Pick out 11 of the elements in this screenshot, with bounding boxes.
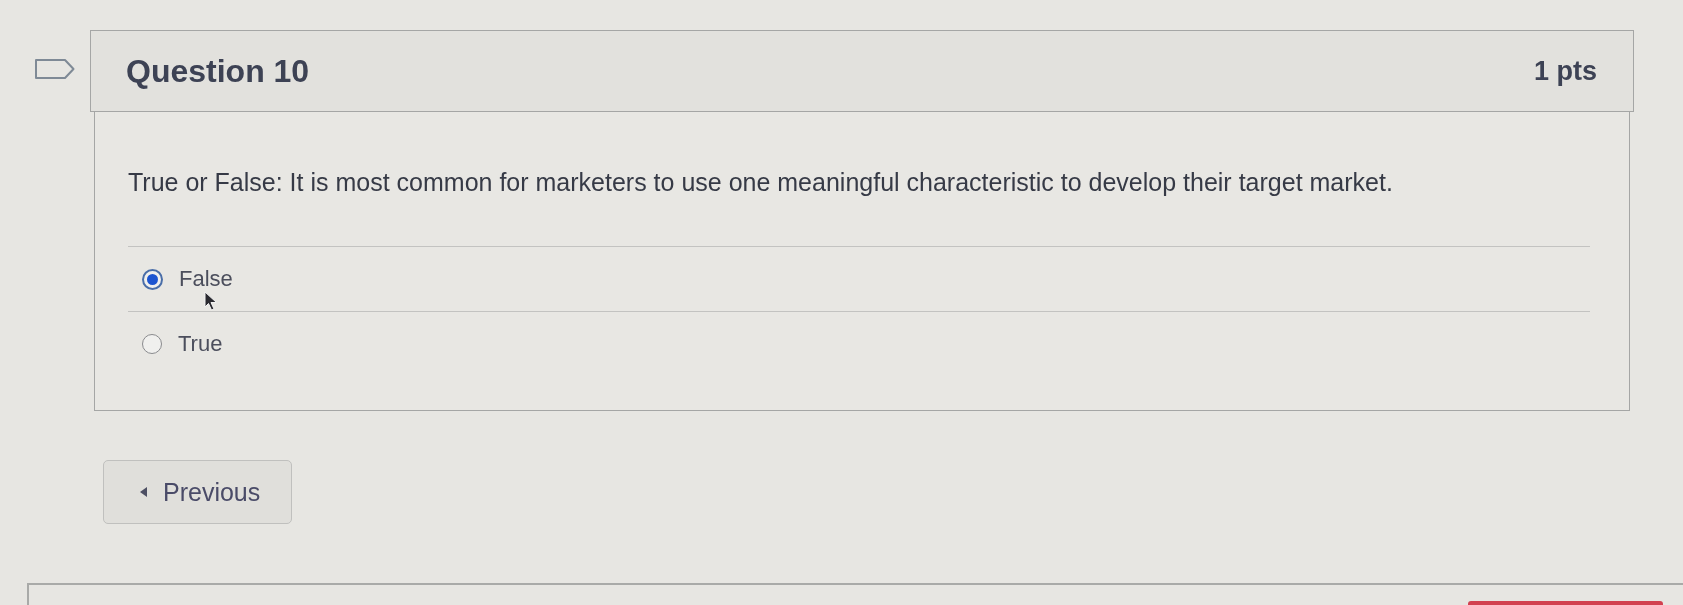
- question-title: Question 10: [126, 52, 310, 90]
- answer-label[interactable]: True: [178, 332, 223, 356]
- previous-button[interactable]: Previous: [103, 460, 292, 524]
- question-points: 1 pts: [1533, 55, 1597, 87]
- flag-icon[interactable]: [35, 59, 75, 79]
- mouse-cursor-icon: [204, 291, 218, 311]
- caret-left-icon: [140, 487, 147, 497]
- radio-button[interactable]: [142, 268, 163, 290]
- answer-label[interactable]: False: [179, 267, 233, 291]
- question-text: True or False: It is most common for marketers to use one meaningful characteristic to develop their target market.: [128, 167, 1394, 197]
- radio-button[interactable]: [142, 334, 162, 354]
